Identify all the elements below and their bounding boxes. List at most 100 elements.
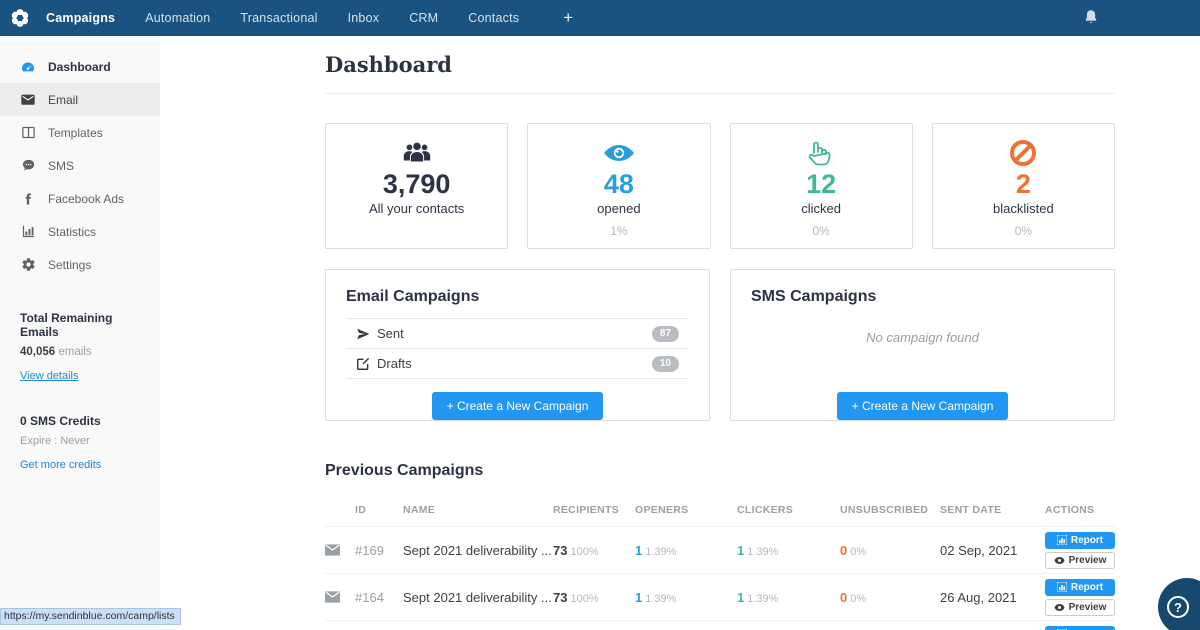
sms-campaigns-title: SMS Campaigns xyxy=(751,288,877,305)
sidebar-item-label: Facebook Ads xyxy=(48,191,125,206)
sidebar-item-statistics[interactable]: Statistics xyxy=(0,215,160,248)
nav-item-transactional[interactable]: Transactional xyxy=(240,11,317,25)
envelope-icon xyxy=(325,544,355,556)
gear-icon xyxy=(20,257,36,273)
stat-card-opened[interactable]: 48 opened 1% xyxy=(527,123,711,249)
stat-card-contacts[interactable]: 3,790 All your contacts xyxy=(325,123,509,249)
nav-item-automation[interactable]: Automation xyxy=(145,11,210,25)
eye-icon xyxy=(602,138,636,168)
nav-item-crm[interactable]: CRM xyxy=(409,11,438,25)
table-header-row: ID NAME RECIPIENTS OPENERS CLICKERS UNSU… xyxy=(325,494,1115,526)
campaign-name: Sept 2021 deliverability ... xyxy=(403,542,552,558)
preview-button[interactable]: Preview xyxy=(1045,598,1115,616)
email-drafts-badge: 10 xyxy=(651,355,679,372)
actions-cell: Report Preview xyxy=(1045,578,1115,616)
clicked-count: 12 xyxy=(806,168,837,199)
sidebar-item-sms[interactable]: SMS xyxy=(0,149,160,182)
top-nav: Campaigns Automation Transactional Inbox… xyxy=(0,0,1200,36)
recipients-cell: 73 100% xyxy=(553,542,599,558)
contacts-count: 3,790 xyxy=(382,168,451,199)
email-drafts-row[interactable]: Drafts 10 xyxy=(346,349,689,379)
sms-credits-expire: Expire : Never xyxy=(20,435,90,447)
sms-credits-section: 0 SMS Credits Expire : Never Get more cr… xyxy=(0,414,160,473)
get-more-credits-link[interactable]: Get more credits xyxy=(20,459,101,471)
report-button[interactable]: Report xyxy=(1045,531,1115,549)
statistics-icon xyxy=(20,224,36,240)
stat-card-blacklisted[interactable]: 2 blacklisted 0% xyxy=(931,123,1115,249)
email-campaigns-card: Email Campaigns Sent 87 Drafts 10 + Crea… xyxy=(325,269,710,421)
stat-card-clicked[interactable]: 12 clicked 0% xyxy=(729,123,913,249)
email-sent-row[interactable]: Sent 87 xyxy=(346,319,689,349)
report-button[interactable]: Report xyxy=(1045,578,1115,596)
unsubscribed-cell: 0 0% xyxy=(840,542,867,558)
contacts-label: All your contacts xyxy=(368,201,465,217)
previous-campaigns-title: Previous Campaigns xyxy=(325,462,484,479)
sms-campaigns-card: SMS Campaigns No campaign found + Create… xyxy=(730,269,1115,421)
email-campaigns-list: Sent 87 Drafts 10 xyxy=(346,318,689,379)
remaining-emails-title: Total Remaining Emails xyxy=(20,311,113,339)
status-url-tooltip: https://my.sendinblue.com/camp/lists xyxy=(0,608,181,625)
create-sms-campaign-button[interactable]: + Create a New Campaign xyxy=(836,392,1009,420)
table-row[interactable]: #169 Sept 2021 deliverability ... 73 100%… xyxy=(325,526,1115,573)
preview-button[interactable]: Preview xyxy=(1045,551,1115,569)
sidebar-item-label: Dashboard xyxy=(48,59,111,74)
blacklisted-count: 2 xyxy=(1015,168,1031,199)
sms-credits-title: 0 SMS Credits xyxy=(20,414,101,428)
nav-item-campaigns[interactable]: Campaigns xyxy=(46,11,115,25)
sidebar-item-templates[interactable]: Templates xyxy=(0,116,160,149)
table-row[interactable]: #164 Sept 2021 deliverability ... 73 100%… xyxy=(325,573,1115,620)
col-header-id: ID xyxy=(355,504,367,516)
col-header-sent-date: SENT DATE xyxy=(940,504,1002,516)
sent-date-cell: 26 Aug, 2021 xyxy=(940,589,1017,605)
table-row[interactable]: #132 Deliverability Jan 2021 r... 74100%… xyxy=(325,620,1115,630)
nav-item-contacts[interactable]: Contacts xyxy=(468,11,519,25)
opened-label: opened xyxy=(597,201,641,217)
gauge-icon xyxy=(20,59,36,75)
report-button[interactable]: Report xyxy=(1045,625,1115,630)
previous-campaigns-section: Previous Campaigns ID NAME RECIPIENTS OP… xyxy=(325,462,1115,630)
email-sent-badge: 87 xyxy=(651,325,679,342)
paper-plane-icon xyxy=(356,327,370,341)
create-email-campaign-button[interactable]: + Create a New Campaign xyxy=(431,392,604,420)
templates-icon xyxy=(20,125,36,141)
users-icon xyxy=(400,138,434,168)
facebook-icon xyxy=(20,191,36,207)
view-details-link[interactable]: View details xyxy=(20,370,79,382)
sidebar-item-facebook-ads[interactable]: Facebook Ads xyxy=(0,182,160,215)
campaign-id: #164 xyxy=(355,589,384,605)
envelope-icon xyxy=(20,92,36,108)
bell-icon[interactable] xyxy=(1082,8,1100,26)
recipients-cell: 73 100% xyxy=(553,589,599,605)
col-header-name: NAME xyxy=(403,504,436,516)
sidebar-item-settings[interactable]: Settings xyxy=(0,248,160,281)
remaining-emails-section: Total Remaining Emails 40,056 emails Vie… xyxy=(0,311,160,384)
blacklisted-label: blacklisted xyxy=(993,201,1054,217)
nav-item-inbox[interactable]: Inbox xyxy=(348,11,380,25)
actions-cell: Report Preview xyxy=(1045,625,1115,630)
blacklisted-pct: 0% xyxy=(1014,224,1033,239)
actions-cell: Report Preview xyxy=(1045,531,1115,569)
sms-empty-message: No campaign found xyxy=(866,330,979,345)
sms-icon xyxy=(20,158,36,174)
page-title: Dashboard xyxy=(325,52,452,77)
question-mark-icon: ? xyxy=(1167,596,1189,618)
col-header-unsubscribed: UNSUBSCRIBED xyxy=(840,504,929,516)
envelope-icon xyxy=(325,591,355,603)
sidebar-item-email[interactable]: Email xyxy=(0,83,160,116)
sidebar-item-label: SMS xyxy=(48,158,75,173)
sidebar-item-dashboard[interactable]: Dashboard xyxy=(0,50,160,83)
sidebar-item-label: Templates xyxy=(48,125,103,140)
opened-count: 48 xyxy=(603,168,634,199)
ban-icon xyxy=(1009,138,1037,168)
sidebar-item-label: Settings xyxy=(48,257,92,272)
remaining-emails-value: 40,056 emails xyxy=(20,346,92,358)
nav-add-button[interactable]: + xyxy=(563,8,573,28)
email-sent-label: Sent xyxy=(377,326,404,341)
openers-cell: 1 1.39% xyxy=(635,542,677,558)
hand-pointer-icon xyxy=(808,138,834,168)
campaign-name: Sept 2021 deliverability ... xyxy=(403,589,552,605)
clicked-label: clicked xyxy=(801,201,841,217)
clickers-cell: 1 1.39% xyxy=(737,589,779,605)
sendinblue-logo-icon[interactable] xyxy=(8,6,32,30)
draft-icon xyxy=(356,357,370,371)
